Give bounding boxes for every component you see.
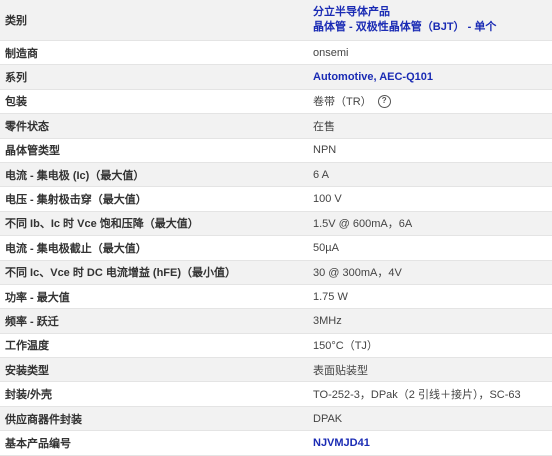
attr-row-package-case: 封装/外壳 TO-252-3，DPak（2 引线＋接片），SC-63 [0, 382, 552, 407]
attr-label: 包装 [5, 96, 27, 109]
attr-value: 6 A [313, 168, 329, 181]
attr-value: NPN [313, 144, 337, 157]
attr-row-category: 类别 分立半导体产品 晶体管 - 双极性晶体管（BJT） - 单个 [0, 0, 552, 41]
attr-row-dc-gain: 不同 Ic、Vce 时 DC 电流增益 (hFE)（最小值） 30 @ 300m… [0, 260, 552, 285]
help-circle-icon[interactable]: ? [377, 94, 391, 108]
attr-value: 在售 [313, 120, 335, 133]
attr-row-part-status: 零件状态 在售 [0, 114, 552, 139]
attr-row-operating-temp: 工作温度 150°C（TJ） [0, 334, 552, 359]
attr-value: 3MHz [313, 314, 342, 327]
attr-row-frequency: 频率 - 跃迁 3MHz [0, 309, 552, 334]
attr-label: 不同 Ic、Vce 时 DC 电流增益 (hFE)（最小值） [5, 267, 237, 280]
attr-value: 1.75 W [313, 290, 348, 303]
attr-row-breakdown-voltage: 电压 - 集射极击穿（最大值） 100 V [0, 187, 552, 212]
attr-row-collector-cutoff: 电流 - 集电极截止（最大值） 50µA [0, 236, 552, 261]
attr-label: 基本产品编号 [5, 437, 71, 450]
attr-label: 类别 [5, 15, 27, 27]
attr-value: 150°C（TJ） [313, 340, 378, 353]
attr-label: 晶体管类型 [5, 145, 60, 158]
attr-row-base-part-number: 基本产品编号 NJVMJD41 [0, 431, 552, 456]
attr-label: 工作温度 [5, 340, 49, 353]
attr-value: TO-252-3，DPak（2 引线＋接片），SC-63 [313, 389, 521, 402]
attr-label: 电压 - 集射极击穿（最大值） [5, 194, 147, 207]
attr-label: 零件状态 [5, 120, 49, 133]
attr-label: 制造商 [5, 47, 38, 60]
attr-row-packaging: 包装 卷带（TR） ? [0, 90, 552, 115]
attr-value: 50µA [313, 241, 339, 254]
attr-label: 电流 - 集电极 (Ic)（最大值） [5, 169, 145, 182]
attr-label: 不同 Ib、Ic 时 Vce 饱和压降（最大值） [5, 218, 199, 231]
attr-row-power-max: 功率 - 最大值 1.75 W [0, 285, 552, 310]
attr-label: 频率 - 跃迁 [5, 315, 59, 328]
series-link[interactable]: Automotive, AEC-Q101 [312, 71, 552, 83]
attr-row-manufacturer: 制造商 onsemi [0, 41, 552, 66]
base-part-number-link[interactable]: NJVMJD41 [312, 437, 552, 449]
attr-row-collector-current: 电流 - 集电极 (Ic)（最大值） 6 A [0, 162, 552, 188]
category-link-bjt[interactable]: 晶体管 - 双极性晶体管（BJT） - 单个 [313, 20, 496, 35]
product-attributes-table: 类别 分立半导体产品 晶体管 - 双极性晶体管（BJT） - 单个 制造商 on… [0, 0, 552, 456]
attr-label: 电流 - 集电极截止（最大值） [5, 242, 147, 255]
attr-label: 封装/外壳 [5, 389, 53, 402]
attr-row-mounting-type: 安装类型 表面贴装型 [0, 358, 552, 383]
attr-value: 卷带（TR） [313, 96, 372, 109]
attr-label: 安装类型 [5, 364, 49, 377]
attr-row-supplier-package: 供应商器件封装 DPAK [0, 406, 552, 432]
attr-value: DPAK [313, 412, 343, 425]
attr-value: 100 V [313, 193, 342, 206]
attr-value: 30 @ 300mA，4V [313, 267, 402, 280]
attr-value: 表面贴装型 [313, 364, 368, 377]
attr-value: 1.5V @ 600mA，6A [313, 218, 413, 231]
category-link-discrete[interactable]: 分立半导体产品 [313, 5, 496, 20]
attr-row-transistor-type: 晶体管类型 NPN [0, 139, 552, 163]
attr-label: 功率 - 最大值 [5, 291, 70, 304]
attr-row-series: 系列 Automotive, AEC-Q101 [0, 65, 552, 90]
attr-label: 供应商器件封装 [5, 413, 82, 426]
attr-label: 系列 [5, 72, 27, 85]
attr-value: onsemi [313, 46, 349, 59]
attr-row-vce-saturation: 不同 Ib、Ic 时 Vce 饱和压降（最大值） 1.5V @ 600mA，6A [0, 211, 552, 237]
